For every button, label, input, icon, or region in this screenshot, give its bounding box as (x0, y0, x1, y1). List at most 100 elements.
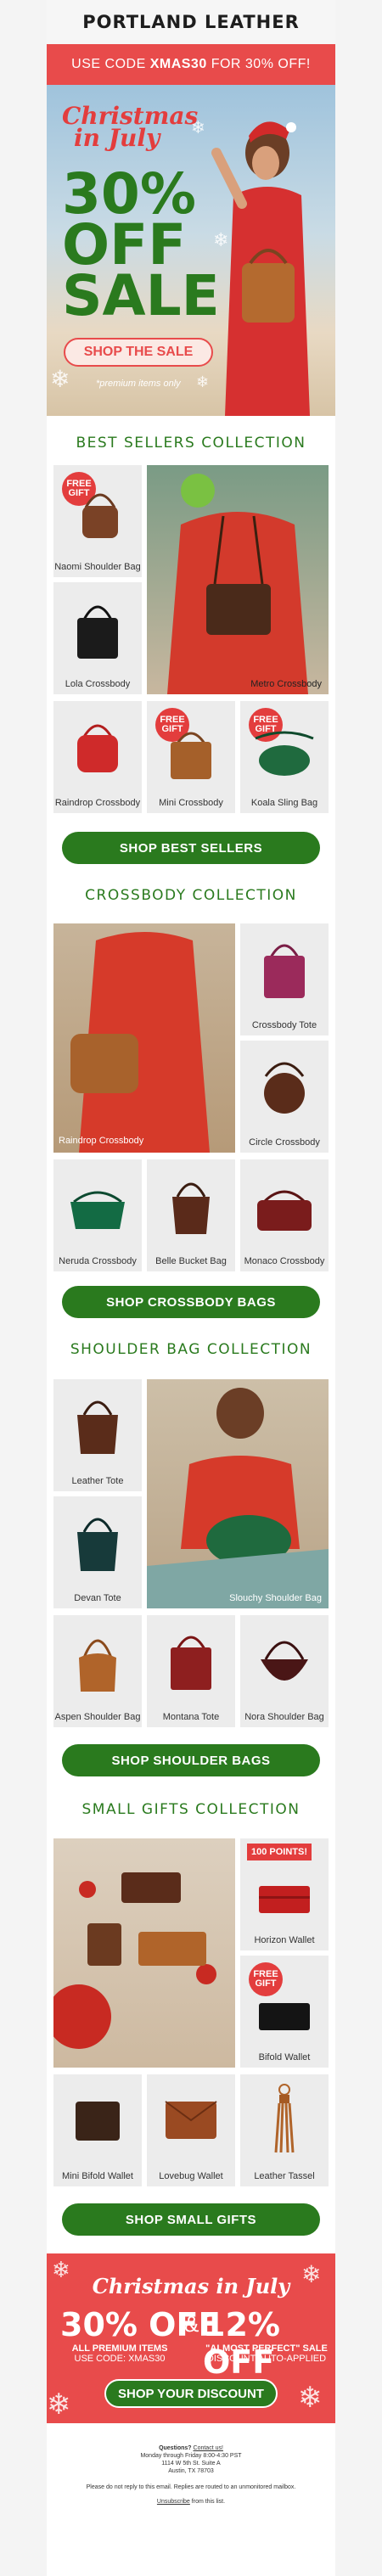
product-neruda-crossbody[interactable]: Neruda Crossbody (53, 1159, 142, 1271)
address-line2: Austin, TX 78703 (168, 2468, 214, 2474)
product-label: Nora Shoulder Bag (244, 1712, 324, 1722)
shoulder-title: SHOULDER BAG COLLECTION (70, 1341, 312, 1358)
hours-text: Monday through Friday 8:00-4:30 PST (140, 2453, 242, 2459)
hero-banner[interactable]: Christmas in July 30% OFF SALE SHOP THE … (47, 85, 335, 416)
brand-logo[interactable]: PORTLAND LEATHER (82, 12, 300, 32)
questions-line: Questions? Contact us! (47, 2444, 335, 2452)
wallet-image (76, 2102, 120, 2141)
product-label: Devan Tote (74, 1593, 121, 1603)
product-mini-bifold-wallet[interactable]: Mini Bifold Wallet (53, 2074, 142, 2186)
product-label: Belle Bucket Bag (155, 1256, 227, 1266)
hero-script-line2: in July (74, 124, 160, 152)
model-photo (167, 474, 308, 694)
product-devan-tote[interactable]: Devan Tote (53, 1496, 142, 1608)
product-crossbody-tote[interactable]: Crossbody Tote (240, 923, 329, 1035)
product-label: Naomi Shoulder Bag (54, 562, 141, 572)
tassel-image (274, 2084, 295, 2153)
footer-promo-banner[interactable]: ❄ ❄ ❄ ❄ Christmas in July 30% OFF & 12% … (47, 2253, 335, 2423)
product-label: Leather Tassel (254, 2171, 315, 2181)
product-label: Crossbody Tote (251, 1020, 317, 1030)
shop-crossbody-button[interactable]: SHOP CROSSBODY BAGS (62, 1286, 320, 1318)
product-label: Horizon Wallet (254, 1935, 315, 1945)
product-label: Koala Sling Bag (250, 798, 318, 808)
bag-image (264, 1062, 305, 1114)
snowflake-icon: ❄ (50, 366, 70, 392)
bag-image (77, 724, 118, 772)
product-leather-tassel[interactable]: Leather Tassel (240, 2074, 329, 2186)
shop-the-sale-button[interactable]: SHOP THE SALE (64, 338, 213, 367)
small-gifts-title: SMALL GIFTS COLLECTION (81, 1801, 301, 1818)
product-lovebug-wallet[interactable]: Lovebug Wallet (147, 2074, 235, 2186)
product-belle-bucket-bag[interactable]: Belle Bucket Bag (147, 1159, 235, 1271)
model-photo (70, 932, 210, 1153)
product-label: Raindrop Crossbody (54, 798, 141, 808)
hero-sale: SALE (62, 263, 220, 328)
product-label: Aspen Shoulder Bag (54, 1712, 141, 1722)
product-nora-shoulder-bag[interactable]: Nora Shoulder Bag (240, 1615, 329, 1727)
unsubscribe-link[interactable]: Unsubscribe (157, 2499, 190, 2505)
product-bifold-wallet[interactable]: FREE GIFT Bifold Wallet (240, 1956, 329, 2068)
product-label: Montana Tote (162, 1712, 220, 1722)
best-sellers-grid: FREE GIFT Naomi Shoulder Bag Lola Crossbo… (47, 465, 335, 813)
email-container: PORTLAND LEATHER USE CODE XMAS30 FOR 30%… (47, 0, 335, 2576)
unsubscribe-line: Unsubscribe from this list. (47, 2498, 335, 2506)
product-mini-crossbody[interactable]: FREE GIFT Mini Crossbody (147, 701, 235, 813)
product-naomi-shoulder-bag[interactable]: FREE GIFT Naomi Shoulder Bag (53, 465, 142, 577)
hero-note: *premium items only (96, 379, 181, 389)
footer-left-sub1: ALL PREMIUM ITEMS (71, 2343, 168, 2354)
footer-right-sub: "ALMOST PERFECT" SALE DISCOUNT AUTO-APPL… (203, 2343, 330, 2364)
snowflake-icon: ❄ (196, 373, 210, 390)
wallet-image (259, 2003, 310, 2030)
product-lola-crossbody[interactable]: Lola Crossbody (53, 582, 142, 694)
crossbody-grid: Raindrop Crossbody Crossbody Tote Circle… (47, 923, 335, 1271)
product-label: Leather Tote (71, 1476, 124, 1486)
shop-small-gifts-button[interactable]: SHOP SMALL GIFTS (62, 2203, 320, 2236)
product-leather-tote[interactable]: Leather Tote (53, 1379, 142, 1491)
product-koala-sling-bag[interactable]: FREE GIFT Koala Sling Bag (240, 701, 329, 813)
unsubscribe-suffix: from this list. (189, 2499, 226, 2505)
product-label: Bifold Wallet (258, 2052, 311, 2062)
gifts-photo (53, 1872, 216, 2049)
snowflake-icon: ❄ (47, 2388, 71, 2421)
hero-script-title: Christmas in July (62, 104, 198, 152)
product-horizon-wallet[interactable]: 100 POINTS! Horizon Wallet (240, 1838, 329, 1950)
product-circle-crossbody[interactable]: Circle Crossbody (240, 1041, 329, 1153)
footer-right-sub1: "ALMOST PERFECT" SALE (205, 2343, 328, 2354)
wallet-image (259, 1886, 310, 1913)
contact-link[interactable]: Contact us! (194, 2445, 223, 2451)
product-label: Neruda Crossbody (59, 1256, 137, 1266)
product-monaco-crossbody[interactable]: Monaco Crossbody (240, 1159, 329, 1271)
product-label: Lola Crossbody (65, 679, 131, 689)
product-label: Mini Crossbody (159, 798, 223, 808)
points-badge: 100 POINTS! (247, 1844, 312, 1860)
shoulder-grid: Leather Tote Devan Tote Slouchy Shoulder… (47, 1379, 335, 1727)
bag-image (257, 1190, 312, 1231)
product-metro-crossbody[interactable]: Metro Crossbody (147, 465, 329, 694)
shop-best-sellers-button[interactable]: SHOP BEST SELLERS (62, 832, 320, 864)
product-montana-tote[interactable]: Montana Tote (147, 1615, 235, 1727)
product-aspen-shoulder-bag[interactable]: Aspen Shoulder Bag (53, 1615, 142, 1727)
legal-footer: Questions? Contact us! Monday through Fr… (47, 2444, 335, 2506)
no-reply-note: Please do not reply to this email. Repli… (86, 2484, 296, 2490)
shop-your-discount-button[interactable]: SHOP YOUR DISCOUNT (104, 2379, 278, 2408)
product-label: Metro Crossbody (250, 679, 322, 689)
bag-image (171, 732, 211, 779)
product-label: Slouchy Shoulder Bag (229, 1593, 322, 1603)
product-label: Monaco Crossbody (244, 1256, 325, 1266)
wallet-image (165, 2101, 217, 2139)
snowflake-icon: ❄ (298, 2382, 323, 2414)
product-raindrop-crossbody[interactable]: Raindrop Crossbody (53, 701, 142, 813)
product-raindrop-crossbody-photo[interactable]: Raindrop Crossbody (53, 923, 235, 1153)
product-slouchy-shoulder-bag[interactable]: Slouchy Shoulder Bag (147, 1379, 329, 1608)
hero-model-image (211, 121, 310, 416)
small-gifts-photo[interactable] (53, 1838, 235, 2068)
snowflake-icon: ❄ (191, 119, 205, 137)
model-photo (147, 1388, 329, 1608)
promo-prefix: USE CODE (71, 57, 146, 71)
bag-image (172, 1182, 210, 1234)
shop-shoulder-button[interactable]: SHOP SHOULDER BAGS (62, 1744, 320, 1776)
bag-image (77, 605, 118, 659)
promo-bar[interactable]: USE CODE XMAS30 FOR 30% OFF! (47, 44, 335, 85)
promo-code: XMAS30 (149, 57, 207, 71)
bag-image (70, 1191, 125, 1229)
